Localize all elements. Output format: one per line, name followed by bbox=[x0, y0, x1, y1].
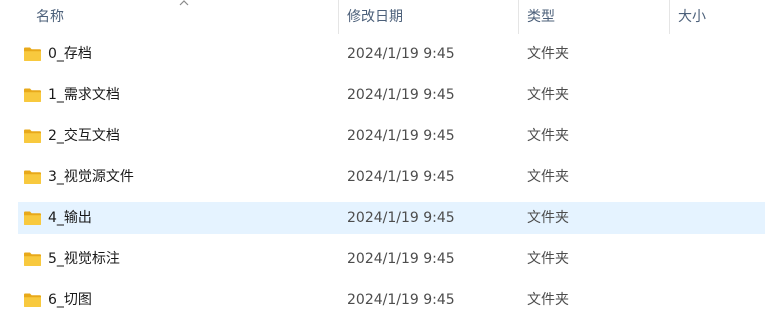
folder-icon bbox=[24, 88, 41, 102]
file-row[interactable]: 4_输出 2024/1/19 9:45 文件夹 bbox=[18, 202, 765, 234]
file-row[interactable]: 2_交互文档 2024/1/19 9:45 文件夹 bbox=[18, 120, 765, 152]
file-name[interactable]: 3_视觉源文件 bbox=[48, 161, 134, 193]
file-name[interactable]: 4_输出 bbox=[48, 202, 92, 234]
file-type: 文件夹 bbox=[527, 128, 569, 144]
file-type: 文件夹 bbox=[527, 169, 569, 185]
folder-icon bbox=[24, 252, 41, 266]
column-header: 名称 修改日期 类型 大小 bbox=[0, 0, 781, 34]
chevron-up-icon[interactable] bbox=[178, 0, 190, 8]
folder-icon bbox=[24, 47, 41, 61]
file-row[interactable]: 5_视觉标注 2024/1/19 9:45 文件夹 bbox=[18, 243, 765, 275]
file-name[interactable]: 2_交互文档 bbox=[48, 120, 120, 152]
file-date-modified: 2024/1/19 9:45 bbox=[347, 169, 455, 185]
file-type: 文件夹 bbox=[527, 87, 569, 103]
file-name[interactable]: 5_视觉标注 bbox=[48, 243, 120, 275]
file-row[interactable]: 3_视觉源文件 2024/1/19 9:45 文件夹 bbox=[18, 161, 765, 193]
file-row[interactable]: 0_存档 2024/1/19 9:45 文件夹 bbox=[18, 38, 765, 70]
file-date-modified: 2024/1/19 9:45 bbox=[347, 87, 455, 103]
column-header-name[interactable]: 名称 bbox=[36, 0, 64, 34]
column-divider[interactable] bbox=[669, 0, 670, 34]
file-type: 文件夹 bbox=[527, 251, 569, 267]
file-type: 文件夹 bbox=[527, 210, 569, 226]
file-date-modified: 2024/1/19 9:45 bbox=[347, 292, 455, 308]
file-type: 文件夹 bbox=[527, 292, 569, 308]
column-header-date-modified[interactable]: 修改日期 bbox=[347, 0, 403, 34]
folder-icon bbox=[24, 129, 41, 143]
file-date-modified: 2024/1/19 9:45 bbox=[347, 251, 455, 267]
file-date-modified: 2024/1/19 9:45 bbox=[347, 128, 455, 144]
file-name[interactable]: 1_需求文档 bbox=[48, 79, 120, 111]
column-header-size[interactable]: 大小 bbox=[678, 0, 706, 34]
file-row[interactable]: 1_需求文档 2024/1/19 9:45 文件夹 bbox=[18, 79, 765, 111]
column-header-type[interactable]: 类型 bbox=[527, 0, 555, 34]
column-divider[interactable] bbox=[518, 0, 519, 34]
column-divider[interactable] bbox=[338, 0, 339, 34]
file-name[interactable]: 6_切图 bbox=[48, 284, 92, 316]
file-type: 文件夹 bbox=[527, 46, 569, 62]
file-date-modified: 2024/1/19 9:45 bbox=[347, 46, 455, 62]
folder-icon bbox=[24, 170, 41, 184]
file-name[interactable]: 0_存档 bbox=[48, 38, 92, 70]
file-row[interactable]: 6_切图 2024/1/19 9:45 文件夹 bbox=[18, 284, 765, 316]
folder-icon bbox=[24, 293, 41, 307]
file-date-modified: 2024/1/19 9:45 bbox=[347, 210, 455, 226]
folder-icon bbox=[24, 211, 41, 225]
